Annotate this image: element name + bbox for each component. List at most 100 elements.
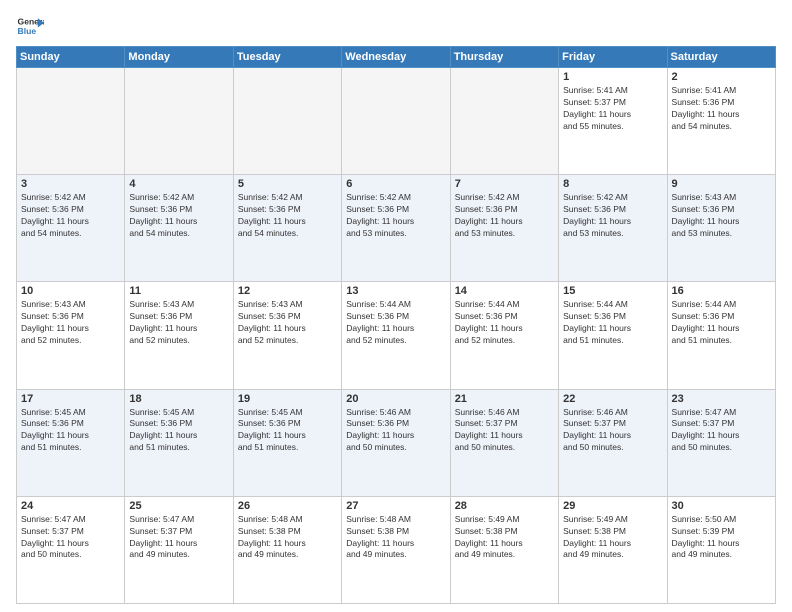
calendar-cell: 8 Sunrise: 5:42 AM Sunset: 5:36 PM Daylig… <box>559 175 667 282</box>
day-number: 11 <box>129 285 228 297</box>
calendar-cell <box>17 68 125 175</box>
day-info: Sunrise: 5:46 AM Sunset: 5:36 PM Dayligh… <box>346 407 445 455</box>
day-number: 8 <box>563 178 662 190</box>
day-info: Sunrise: 5:44 AM Sunset: 5:36 PM Dayligh… <box>672 299 771 347</box>
day-number: 26 <box>238 500 337 512</box>
calendar-cell: 22Sunrise: 5:46 AM Sunset: 5:37 PM Dayli… <box>559 389 667 496</box>
day-number: 5 <box>238 178 337 190</box>
day-number: 27 <box>346 500 445 512</box>
day-number: 22 <box>563 393 662 405</box>
calendar-week-row: 24 Sunrise: 5:47 AM Sunset: 5:37 PM Dayli… <box>17 496 776 603</box>
day-info: Sunrise: 5:41 AM Sunset: 5:36 PM Dayligh… <box>672 85 771 133</box>
calendar-day-header: Sunday <box>17 47 125 68</box>
calendar-table: SundayMondayTuesdayWednesdayThursdayFrid… <box>16 46 776 604</box>
calendar-day-header: Thursday <box>450 47 558 68</box>
day-info: Sunrise: 5:46 AM Sunset: 5:37 PM Dayligh… <box>455 407 554 455</box>
calendar-cell: 9 Sunrise: 5:43 AM Sunset: 5:36 PM Daylig… <box>667 175 775 282</box>
calendar-cell: 10 Sunrise: 5:43 AM Sunset: 5:36 PM Dayli… <box>17 282 125 389</box>
day-number: 14 <box>455 285 554 297</box>
day-number: 20 <box>346 393 445 405</box>
day-number: 13 <box>346 285 445 297</box>
header: General Blue <box>16 12 776 40</box>
calendar-cell: 15 Sunrise: 5:44 AM Sunset: 5:36 PM Dayli… <box>559 282 667 389</box>
day-number: 1 <box>563 71 662 83</box>
calendar-cell: 23 Sunrise: 5:47 AM Sunset: 5:37 PM Dayli… <box>667 389 775 496</box>
calendar-cell: 4 Sunrise: 5:42 AM Sunset: 5:36 PM Daylig… <box>125 175 233 282</box>
calendar-cell: 30Sunrise: 5:50 AM Sunset: 5:39 PM Dayli… <box>667 496 775 603</box>
day-info: Sunrise: 5:45 AM Sunset: 5:36 PM Dayligh… <box>21 407 120 455</box>
day-info: Sunrise: 5:47 AM Sunset: 5:37 PM Dayligh… <box>672 407 771 455</box>
day-info: Sunrise: 5:44 AM Sunset: 5:36 PM Dayligh… <box>455 299 554 347</box>
calendar-cell: 18Sunrise: 5:45 AM Sunset: 5:36 PM Dayli… <box>125 389 233 496</box>
day-info: Sunrise: 5:47 AM Sunset: 5:37 PM Dayligh… <box>129 514 228 562</box>
calendar-cell: 3 Sunrise: 5:42 AM Sunset: 5:36 PM Daylig… <box>17 175 125 282</box>
calendar-header-row: SundayMondayTuesdayWednesdayThursdayFrid… <box>17 47 776 68</box>
day-number: 2 <box>672 71 771 83</box>
calendar-cell: 2 Sunrise: 5:41 AM Sunset: 5:36 PM Daylig… <box>667 68 775 175</box>
logo-icon: General Blue <box>16 12 44 40</box>
calendar-week-row: 10 Sunrise: 5:43 AM Sunset: 5:36 PM Dayli… <box>17 282 776 389</box>
calendar-cell: 13 Sunrise: 5:44 AM Sunset: 5:36 PM Dayli… <box>342 282 450 389</box>
calendar-day-header: Wednesday <box>342 47 450 68</box>
day-info: Sunrise: 5:42 AM Sunset: 5:36 PM Dayligh… <box>455 192 554 240</box>
day-number: 24 <box>21 500 120 512</box>
day-info: Sunrise: 5:42 AM Sunset: 5:36 PM Dayligh… <box>129 192 228 240</box>
day-number: 7 <box>455 178 554 190</box>
calendar-cell: 16Sunrise: 5:44 AM Sunset: 5:36 PM Dayli… <box>667 282 775 389</box>
calendar-cell: 26 Sunrise: 5:48 AM Sunset: 5:38 PM Dayli… <box>233 496 341 603</box>
day-info: Sunrise: 5:43 AM Sunset: 5:36 PM Dayligh… <box>129 299 228 347</box>
day-info: Sunrise: 5:42 AM Sunset: 5:36 PM Dayligh… <box>21 192 120 240</box>
calendar-week-row: 1 Sunrise: 5:41 AM Sunset: 5:37 PM Daylig… <box>17 68 776 175</box>
calendar-cell: 24 Sunrise: 5:47 AM Sunset: 5:37 PM Dayli… <box>17 496 125 603</box>
calendar-cell <box>125 68 233 175</box>
day-info: Sunrise: 5:44 AM Sunset: 5:36 PM Dayligh… <box>346 299 445 347</box>
calendar-cell: 12 Sunrise: 5:43 AM Sunset: 5:36 PM Dayli… <box>233 282 341 389</box>
calendar-cell: 28 Sunrise: 5:49 AM Sunset: 5:38 PM Dayli… <box>450 496 558 603</box>
calendar-cell: 11 Sunrise: 5:43 AM Sunset: 5:36 PM Dayli… <box>125 282 233 389</box>
day-number: 4 <box>129 178 228 190</box>
day-number: 3 <box>21 178 120 190</box>
day-info: Sunrise: 5:47 AM Sunset: 5:37 PM Dayligh… <box>21 514 120 562</box>
day-info: Sunrise: 5:43 AM Sunset: 5:36 PM Dayligh… <box>21 299 120 347</box>
day-number: 15 <box>563 285 662 297</box>
calendar-cell: 6Sunrise: 5:42 AM Sunset: 5:36 PM Daylig… <box>342 175 450 282</box>
day-info: Sunrise: 5:42 AM Sunset: 5:36 PM Dayligh… <box>563 192 662 240</box>
day-info: Sunrise: 5:48 AM Sunset: 5:38 PM Dayligh… <box>238 514 337 562</box>
day-info: Sunrise: 5:44 AM Sunset: 5:36 PM Dayligh… <box>563 299 662 347</box>
logo: General Blue <box>16 12 44 40</box>
day-info: Sunrise: 5:41 AM Sunset: 5:37 PM Dayligh… <box>563 85 662 133</box>
calendar-cell: 7 Sunrise: 5:42 AM Sunset: 5:36 PM Daylig… <box>450 175 558 282</box>
day-info: Sunrise: 5:42 AM Sunset: 5:36 PM Dayligh… <box>238 192 337 240</box>
day-number: 28 <box>455 500 554 512</box>
calendar-day-header: Friday <box>559 47 667 68</box>
day-info: Sunrise: 5:43 AM Sunset: 5:36 PM Dayligh… <box>672 192 771 240</box>
day-number: 17 <box>21 393 120 405</box>
day-info: Sunrise: 5:49 AM Sunset: 5:38 PM Dayligh… <box>563 514 662 562</box>
calendar-cell: 14 Sunrise: 5:44 AM Sunset: 5:36 PM Dayli… <box>450 282 558 389</box>
calendar-day-header: Tuesday <box>233 47 341 68</box>
page: General Blue SundayMondayTuesdayWednesda… <box>0 0 792 612</box>
day-number: 12 <box>238 285 337 297</box>
calendar-cell: 19Sunrise: 5:45 AM Sunset: 5:36 PM Dayli… <box>233 389 341 496</box>
day-number: 23 <box>672 393 771 405</box>
calendar-cell <box>450 68 558 175</box>
day-info: Sunrise: 5:43 AM Sunset: 5:36 PM Dayligh… <box>238 299 337 347</box>
day-number: 10 <box>21 285 120 297</box>
calendar-cell: 21 Sunrise: 5:46 AM Sunset: 5:37 PM Dayli… <box>450 389 558 496</box>
calendar-cell: 5 Sunrise: 5:42 AM Sunset: 5:36 PM Daylig… <box>233 175 341 282</box>
calendar-day-header: Saturday <box>667 47 775 68</box>
day-info: Sunrise: 5:48 AM Sunset: 5:38 PM Dayligh… <box>346 514 445 562</box>
day-number: 9 <box>672 178 771 190</box>
day-number: 29 <box>563 500 662 512</box>
day-info: Sunrise: 5:49 AM Sunset: 5:38 PM Dayligh… <box>455 514 554 562</box>
day-number: 30 <box>672 500 771 512</box>
day-info: Sunrise: 5:42 AM Sunset: 5:36 PM Dayligh… <box>346 192 445 240</box>
calendar-cell: 20 Sunrise: 5:46 AM Sunset: 5:36 PM Dayli… <box>342 389 450 496</box>
calendar-cell: 17 Sunrise: 5:45 AM Sunset: 5:36 PM Dayli… <box>17 389 125 496</box>
calendar-cell: 27 Sunrise: 5:48 AM Sunset: 5:38 PM Dayli… <box>342 496 450 603</box>
calendar-cell <box>233 68 341 175</box>
day-number: 21 <box>455 393 554 405</box>
svg-text:Blue: Blue <box>18 26 37 36</box>
day-info: Sunrise: 5:45 AM Sunset: 5:36 PM Dayligh… <box>238 407 337 455</box>
day-number: 25 <box>129 500 228 512</box>
